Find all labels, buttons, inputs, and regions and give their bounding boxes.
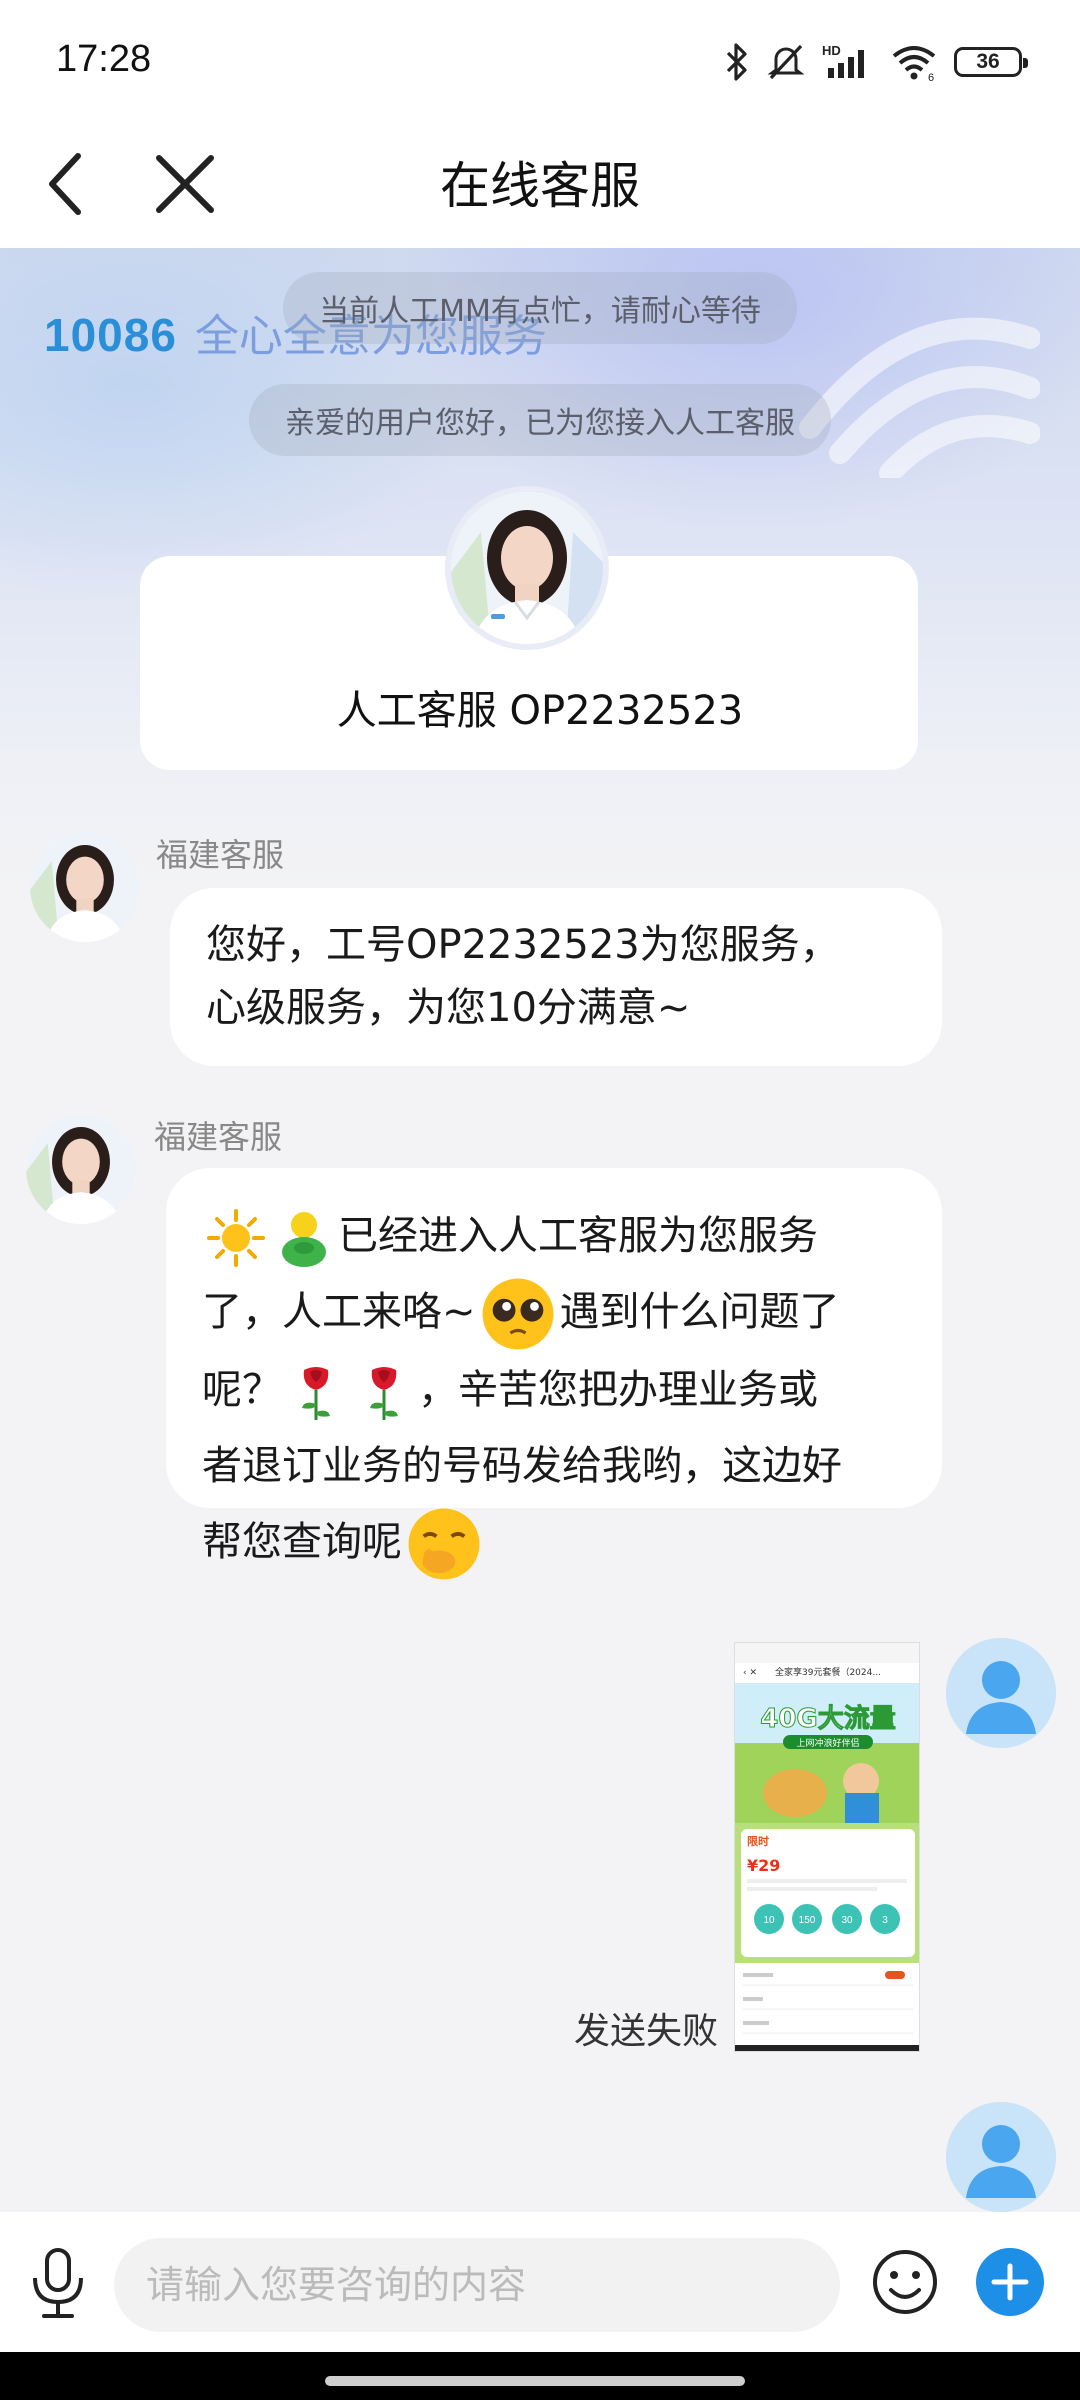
message-line: 呢？ ，辛苦您把办理业务或 xyxy=(202,1352,906,1428)
system-message-busy: 当前人工MM有点忙，请耐心等待 xyxy=(283,272,797,344)
message-bubble[interactable]: 您好，工号OP2232523为您服务， 心级服务，为您10分满意~ xyxy=(170,888,942,1066)
message-text: 帮您查询呢 xyxy=(202,1519,402,1565)
message-line: 心级服务，为您10分满意~ xyxy=(206,985,691,1031)
send-failed-label[interactable]: 发送失败 xyxy=(574,2002,718,2054)
message-text: 呢？ xyxy=(202,1367,282,1413)
page-title: 在线客服 xyxy=(440,157,640,215)
agent-avatar-small[interactable] xyxy=(30,832,140,942)
battery-level: 36 xyxy=(976,50,1000,73)
pleading-face-emoji-icon xyxy=(482,1278,553,1350)
status-bar: 17:28 HD 6 36 xyxy=(0,0,1080,120)
microphone-icon[interactable] xyxy=(20,2242,96,2322)
home-indicator[interactable] xyxy=(325,2376,745,2386)
status-time: 17:28 xyxy=(56,38,152,80)
agent-card-name: 人工客服 OP2232523 xyxy=(336,688,744,734)
user-avatar[interactable] xyxy=(946,2102,1056,2212)
mute-icon xyxy=(767,44,805,80)
plus-icon xyxy=(991,2263,1029,2301)
rose-emoji-icon xyxy=(370,1367,398,1420)
status-icons: HD 6 36 xyxy=(724,40,1028,84)
message-line: 您好，工号OP2232523为您服务， xyxy=(206,922,840,968)
message-bubble[interactable]: 已经进入人工客服为您服务 了，人工来咯~ 遇到什么问题了 呢？ ，辛苦您把办理业… xyxy=(166,1168,942,1580)
signal-hd-icon: HD xyxy=(822,43,864,78)
hand-over-mouth-emoji-icon xyxy=(408,1508,480,1580)
thumbnail-stat: 10 xyxy=(763,1915,775,1926)
rose-emoji-icon xyxy=(302,1367,330,1420)
thumbnail-subline: 上网冲浪好伴侣 xyxy=(796,1737,859,1749)
bluetooth-icon xyxy=(726,43,747,81)
message-line: 帮您查询呢 xyxy=(202,1504,906,1582)
thumbnail-stat: 3 xyxy=(882,1915,888,1926)
message-line: 者退订业务的号码发给我哟，这边好 xyxy=(202,1443,842,1489)
message-text: 了，人工来咯~ xyxy=(202,1289,476,1335)
message-input[interactable]: 请输入您要咨询的内容 xyxy=(114,2238,840,2332)
thumbnail-badge: 限时 xyxy=(747,1834,769,1848)
wifi-icon: 6 xyxy=(892,46,936,82)
svg-text:HD: HD xyxy=(822,43,841,58)
message-text: 遇到什么问题了 xyxy=(559,1289,840,1335)
agent-avatar xyxy=(445,486,609,650)
message-line: 已经进入人工客服为您服务 xyxy=(202,1198,906,1274)
message-line: 了，人工来咯~ 遇到什么问题了 xyxy=(202,1274,906,1352)
message-text: ，辛苦您把办理业务或 xyxy=(418,1367,818,1413)
system-message-connected: 亲爱的用户您好，已为您接入人工客服 xyxy=(249,384,831,456)
sent-image-thumbnail[interactable]: ‹ ✕ 全家享39元套餐（2024... 40G大流量 上网冲浪好伴侣 限时 ¥… xyxy=(734,1642,920,2052)
agent-avatar-small[interactable] xyxy=(26,1114,136,1224)
user-avatar[interactable] xyxy=(946,1638,1056,1748)
thumbnail-headline: 40G大流量 xyxy=(760,1704,896,1734)
thumbnail-title: 全家享39元套餐（2024... xyxy=(775,1666,881,1678)
add-button[interactable] xyxy=(976,2248,1044,2316)
battery-icon: 36 xyxy=(954,47,1028,77)
thumbnail-price: ¥29 xyxy=(747,1856,780,1875)
message-text: 已经进入人工客服为您服务 xyxy=(338,1213,818,1259)
svg-text:6: 6 xyxy=(928,72,934,82)
thumbnail-stat: 150 xyxy=(799,1915,816,1926)
brand-number: 10086 xyxy=(44,309,177,361)
sun-emoji-icon xyxy=(207,1209,265,1267)
title-bar: 在线客服 xyxy=(0,120,1080,248)
chat-area[interactable]: 10086 全心全意为您服务 当前人工MM有点忙，请耐心等待 亲爱的用户您好，已… xyxy=(0,248,1080,2212)
green-figure-emoji-icon xyxy=(282,1212,326,1267)
thumbnail-stat: 30 xyxy=(841,1915,853,1926)
input-bar: 请输入您要咨询的内容 xyxy=(0,2212,1080,2352)
china-mobile-logo-watermark xyxy=(799,317,1040,478)
emoji-icon[interactable] xyxy=(868,2242,942,2322)
svg-text:‹ ✕: ‹ ✕ xyxy=(743,1668,757,1678)
message-sender: 福建客服 xyxy=(156,836,285,874)
message-sender: 福建客服 xyxy=(154,1118,283,1156)
